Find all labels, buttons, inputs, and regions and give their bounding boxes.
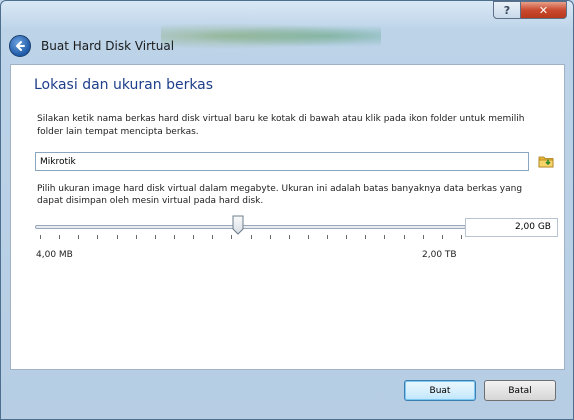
- slider-tick: [442, 235, 443, 239]
- slider-tick: [97, 235, 98, 239]
- slider-tick: [212, 235, 213, 239]
- cancel-button[interactable]: Batal: [484, 380, 556, 401]
- slider-tick: [117, 235, 118, 239]
- choose-folder-button[interactable]: [538, 153, 554, 169]
- slider-tick: [461, 235, 462, 239]
- slider-tick: [365, 235, 366, 239]
- location-description: Silakan ketik nama berkas hard disk virt…: [37, 114, 525, 137]
- slider-ticks: [35, 235, 466, 241]
- close-icon: ✕: [538, 3, 549, 17]
- close-button[interactable]: ✕: [521, 1, 567, 19]
- slider-tick: [251, 235, 252, 239]
- slider-tick: [40, 235, 41, 239]
- slider-tick: [289, 235, 290, 239]
- slider-tick: [193, 235, 194, 239]
- slider-thumb[interactable]: [232, 215, 244, 235]
- create-button[interactable]: Buat: [404, 380, 476, 401]
- page-heading: Lokasi dan ukuran berkas: [34, 77, 214, 93]
- slider-tick: [270, 235, 271, 239]
- slider-tick: [136, 235, 137, 239]
- slider-tick: [327, 235, 328, 239]
- help-button[interactable]: ?: [493, 1, 521, 19]
- size-value-field[interactable]: 2,00 GB: [465, 218, 558, 237]
- slider-min-label: 4,00 MB: [36, 250, 73, 260]
- slider-tick: [346, 235, 347, 239]
- slider-tick: [384, 235, 385, 239]
- dialog-title: Buat Hard Disk Virtual: [41, 39, 175, 53]
- dialog-window: ? ✕ Buat Hard Disk Virtual Lokasi dan uk…: [0, 0, 574, 420]
- slider-tick: [155, 235, 156, 239]
- back-arrow-icon: [16, 41, 25, 51]
- slider-tick: [174, 235, 175, 239]
- slider-tick: [308, 235, 309, 239]
- slider-tick: [423, 235, 424, 239]
- slider-tick: [231, 235, 232, 239]
- slider-track: [35, 225, 466, 229]
- dialog-header: Buat Hard Disk Virtual: [9, 35, 309, 57]
- slider-tick: [78, 235, 79, 239]
- file-name-input[interactable]: [35, 152, 529, 171]
- slider-tick: [59, 235, 60, 239]
- content-panel: Lokasi dan ukuran berkas Silakan ketik n…: [10, 64, 565, 370]
- back-button[interactable]: [9, 35, 31, 57]
- folder-icon: [538, 156, 554, 168]
- slider-max-label: 2,00 TB: [422, 250, 457, 260]
- caption-buttons: ? ✕: [493, 1, 567, 19]
- size-description: Pilih ukuran image hard disk virtual dal…: [37, 184, 523, 206]
- slider-tick: [404, 235, 405, 239]
